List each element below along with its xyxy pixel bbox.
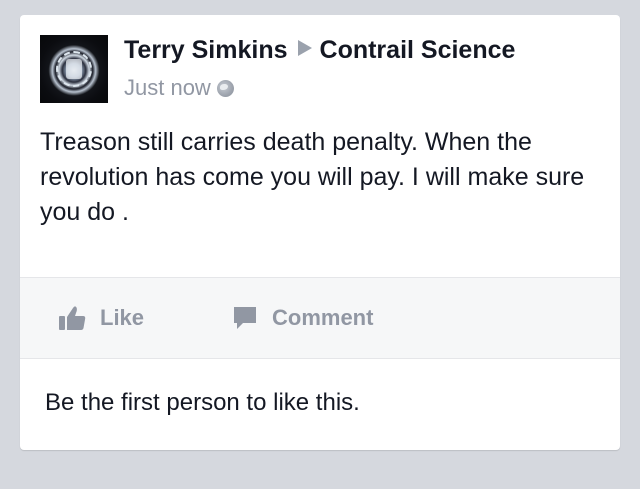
post-timestamp[interactable]: Just now (124, 75, 211, 100)
comment-bubble-icon (234, 307, 256, 329)
avatar-figure-icon (66, 59, 82, 79)
like-button[interactable]: Like (58, 303, 144, 333)
post-card: Terry Simkins Contrail Science Just now T… (20, 15, 620, 450)
avatar[interactable] (40, 35, 108, 103)
like-label: Like (100, 305, 145, 330)
post-body: Treason still carries death penalty. Whe… (40, 128, 585, 226)
arrow-right-icon (297, 40, 312, 56)
comment-label: Comment (272, 305, 374, 330)
post-byline: Terry Simkins Contrail Science (124, 36, 515, 65)
post-header: Terry Simkins Contrail Science Just now (40, 35, 600, 105)
post-meta: Just now (124, 75, 234, 101)
globe-icon (216, 80, 234, 97)
likes-summary[interactable]: Be the first person to like this. (45, 389, 360, 417)
thumbs-up-icon (59, 306, 86, 330)
target-page-link[interactable]: Contrail Science (320, 36, 516, 64)
author-name-link[interactable]: Terry Simkins (124, 36, 288, 64)
action-bar: Like Comment (20, 277, 620, 359)
comment-button[interactable]: Comment (232, 303, 373, 333)
